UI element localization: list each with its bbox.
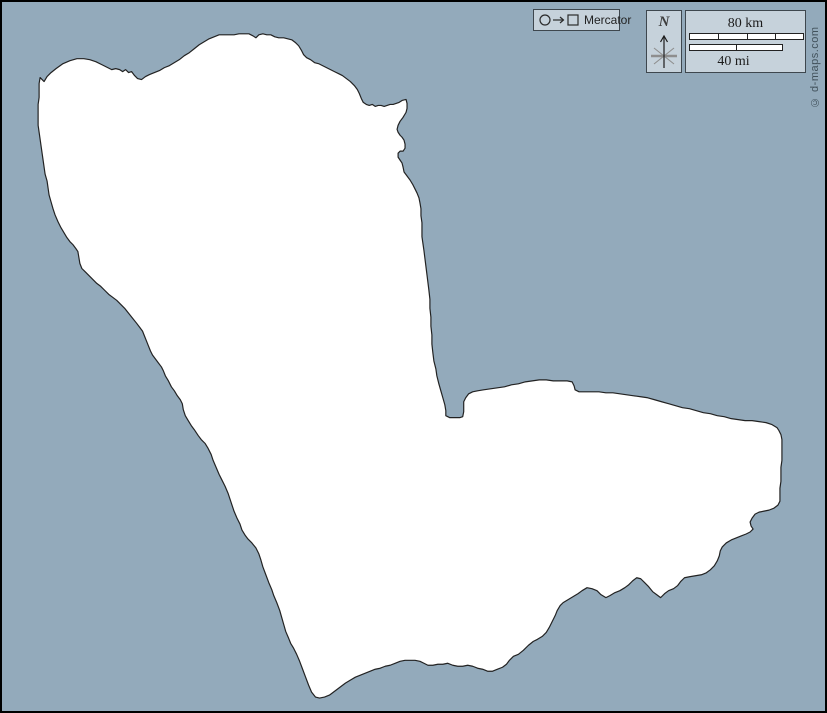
scale-tick xyxy=(736,45,737,50)
scale-tick xyxy=(747,34,748,39)
north-label: N xyxy=(647,15,681,30)
scale-box: 80 km 40 mi xyxy=(685,10,806,73)
scale-km-label: 80 km xyxy=(686,17,805,31)
island-outline xyxy=(38,34,782,698)
scale-tick xyxy=(775,34,776,39)
north-arrow xyxy=(661,36,668,68)
blank-map xyxy=(2,2,825,711)
scale-tick xyxy=(718,34,719,39)
arrow-right-icon xyxy=(553,17,564,23)
square-icon xyxy=(568,15,578,25)
projection-badge: Mercator xyxy=(533,9,620,31)
scale-bar-km xyxy=(689,33,804,40)
scale-mi-label: 40 mi xyxy=(674,55,793,69)
circle-icon xyxy=(540,15,550,25)
projection-transform-icon xyxy=(539,13,580,27)
map-canvas: Mercator N 80 km 40 mi © d-maps.com xyxy=(0,0,827,713)
scale-bar-mi xyxy=(689,44,783,51)
projection-label: Mercator xyxy=(584,13,631,27)
copyright-text: © d-maps.com xyxy=(809,10,821,108)
